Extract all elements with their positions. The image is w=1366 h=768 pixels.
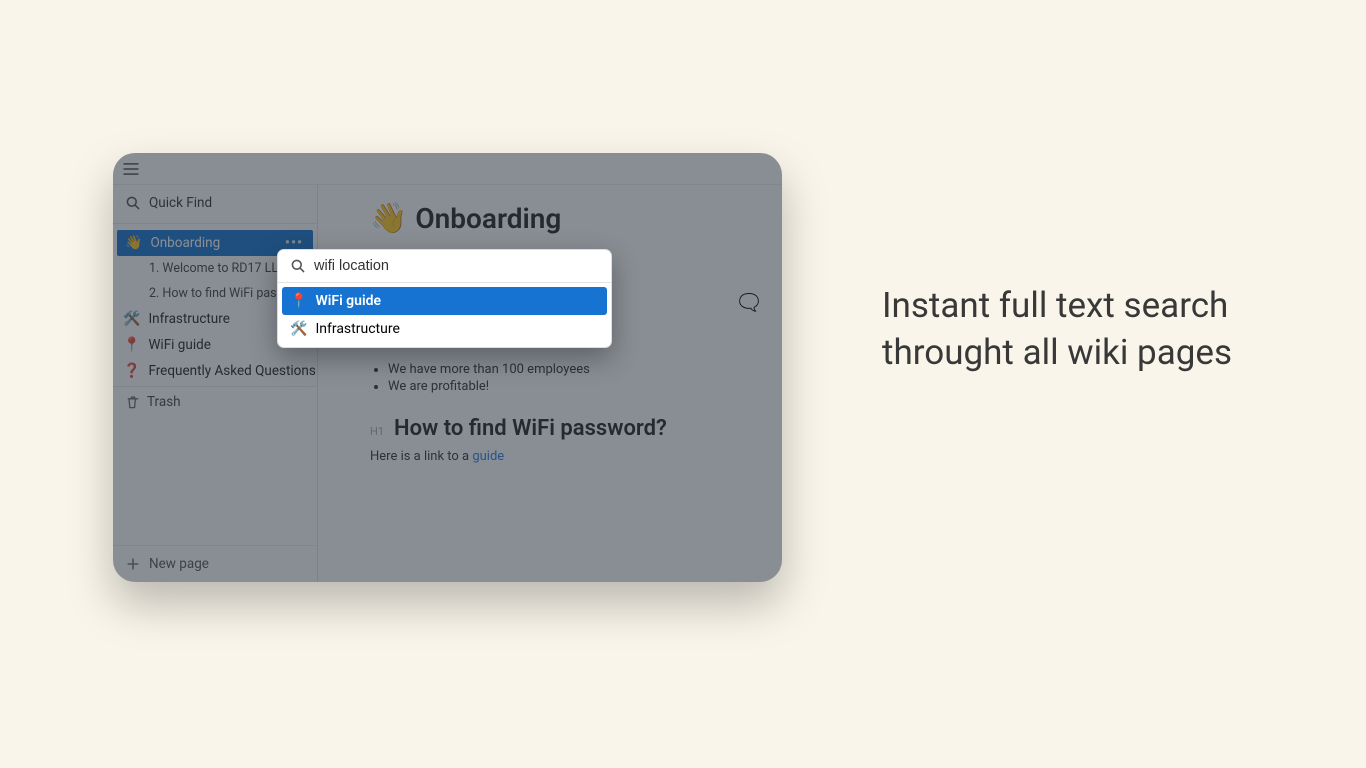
tools-icon: 🛠️ <box>123 311 140 327</box>
search-popup: 📍 WiFi guide 🛠️ Infrastructure <box>277 249 612 348</box>
sidebar-item-trash[interactable]: Trash <box>113 389 317 415</box>
new-page-button[interactable]: New page <box>113 545 317 582</box>
hamburger-icon[interactable] <box>123 163 139 175</box>
search-icon <box>125 195 141 211</box>
pin-icon: 📍 <box>123 337 140 353</box>
page-title: 👋 Onboarding <box>370 201 561 236</box>
sidebar-item-label: Frequently Asked Questions <box>148 363 315 379</box>
guide-link[interactable]: guide <box>472 449 504 464</box>
sidebar: Quick Find 👋 Onboarding ••• 1. Welcome t… <box>113 185 318 582</box>
plus-icon <box>125 556 141 572</box>
marketing-caption: Instant full text search throught all wi… <box>882 282 1262 377</box>
wave-icon: 👋 <box>370 201 407 236</box>
app-window: Quick Find 👋 Onboarding ••• 1. Welcome t… <box>113 153 782 582</box>
search-result-wifi-guide[interactable]: 📍 WiFi guide <box>282 287 607 315</box>
question-icon: ❓ <box>123 363 140 379</box>
list-item: We are profitable! <box>388 379 754 394</box>
search-icon <box>290 258 306 274</box>
search-input[interactable] <box>314 258 599 274</box>
new-page-label: New page <box>149 556 209 572</box>
comment-icon[interactable]: 🗨️ <box>739 293 760 313</box>
wave-icon: 👋 <box>125 235 142 251</box>
trash-label: Trash <box>147 394 181 410</box>
trash-icon <box>125 394 141 410</box>
heading-tag: H1 <box>370 425 384 438</box>
search-result-label: Infrastructure <box>315 321 399 337</box>
search-results: 📍 WiFi guide 🛠️ Infrastructure <box>278 283 611 347</box>
topbar <box>113 153 782 185</box>
paragraph: Here is a link to a guide <box>370 449 754 464</box>
divider <box>113 223 317 224</box>
divider <box>113 386 317 387</box>
pin-icon: 📍 <box>290 293 307 309</box>
list-item: We have more than 100 employees <box>388 362 754 377</box>
search-bar <box>278 250 611 283</box>
sidebar-item-label: 1. Welcome to RD17 LLC <box>149 261 286 276</box>
bullet-list: We have more than 100 employees We are p… <box>370 362 754 394</box>
search-result-infrastructure[interactable]: 🛠️ Infrastructure <box>282 315 607 343</box>
sidebar-item-label: Onboarding <box>150 235 220 251</box>
search-result-label: WiFi guide <box>315 293 381 309</box>
sidebar-item-label: Infrastructure <box>148 311 229 327</box>
document: 👋 Onboarding 🗨️ We have more than 100 em… <box>318 185 782 582</box>
heading: How to find WiFi password? <box>394 416 667 441</box>
quick-find-label: Quick Find <box>149 195 212 211</box>
page-title-text: Onboarding <box>415 202 561 235</box>
quick-find[interactable]: Quick Find <box>113 185 317 221</box>
paragraph-text: Here is a link to a <box>370 449 472 464</box>
sidebar-item-faq[interactable]: ❓ Frequently Asked Questions <box>113 358 317 384</box>
sidebar-item-label: WiFi guide <box>148 337 210 353</box>
tools-icon: 🛠️ <box>290 321 307 337</box>
